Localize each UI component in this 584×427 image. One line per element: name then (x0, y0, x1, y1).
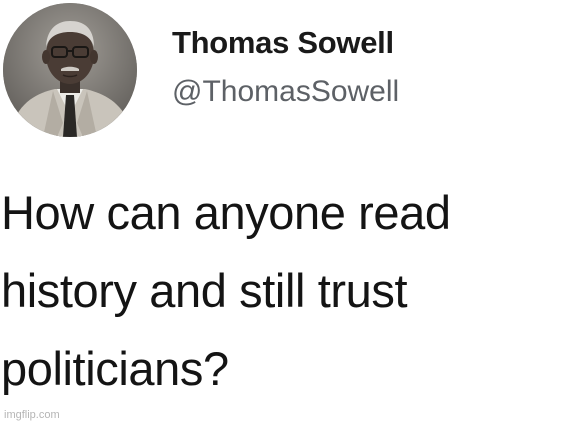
tweet-text: How can anyone read history and still tr… (1, 174, 581, 408)
tweet-text-line: politicians? (1, 342, 229, 395)
tweet-card: Thomas Sowell @ThomasSowell How can anyo… (0, 0, 584, 427)
author-info: Thomas Sowell @ThomasSowell (172, 24, 399, 110)
watermark: imgflip.com (4, 409, 60, 421)
tweet-text-line: history and still trust (1, 264, 408, 317)
display-name[interactable]: Thomas Sowell (172, 24, 399, 62)
avatar[interactable] (3, 3, 137, 137)
profile-photo-icon (3, 3, 137, 137)
tweet-text-line: How can anyone read (1, 186, 451, 239)
user-handle[interactable]: @ThomasSowell (172, 74, 399, 110)
